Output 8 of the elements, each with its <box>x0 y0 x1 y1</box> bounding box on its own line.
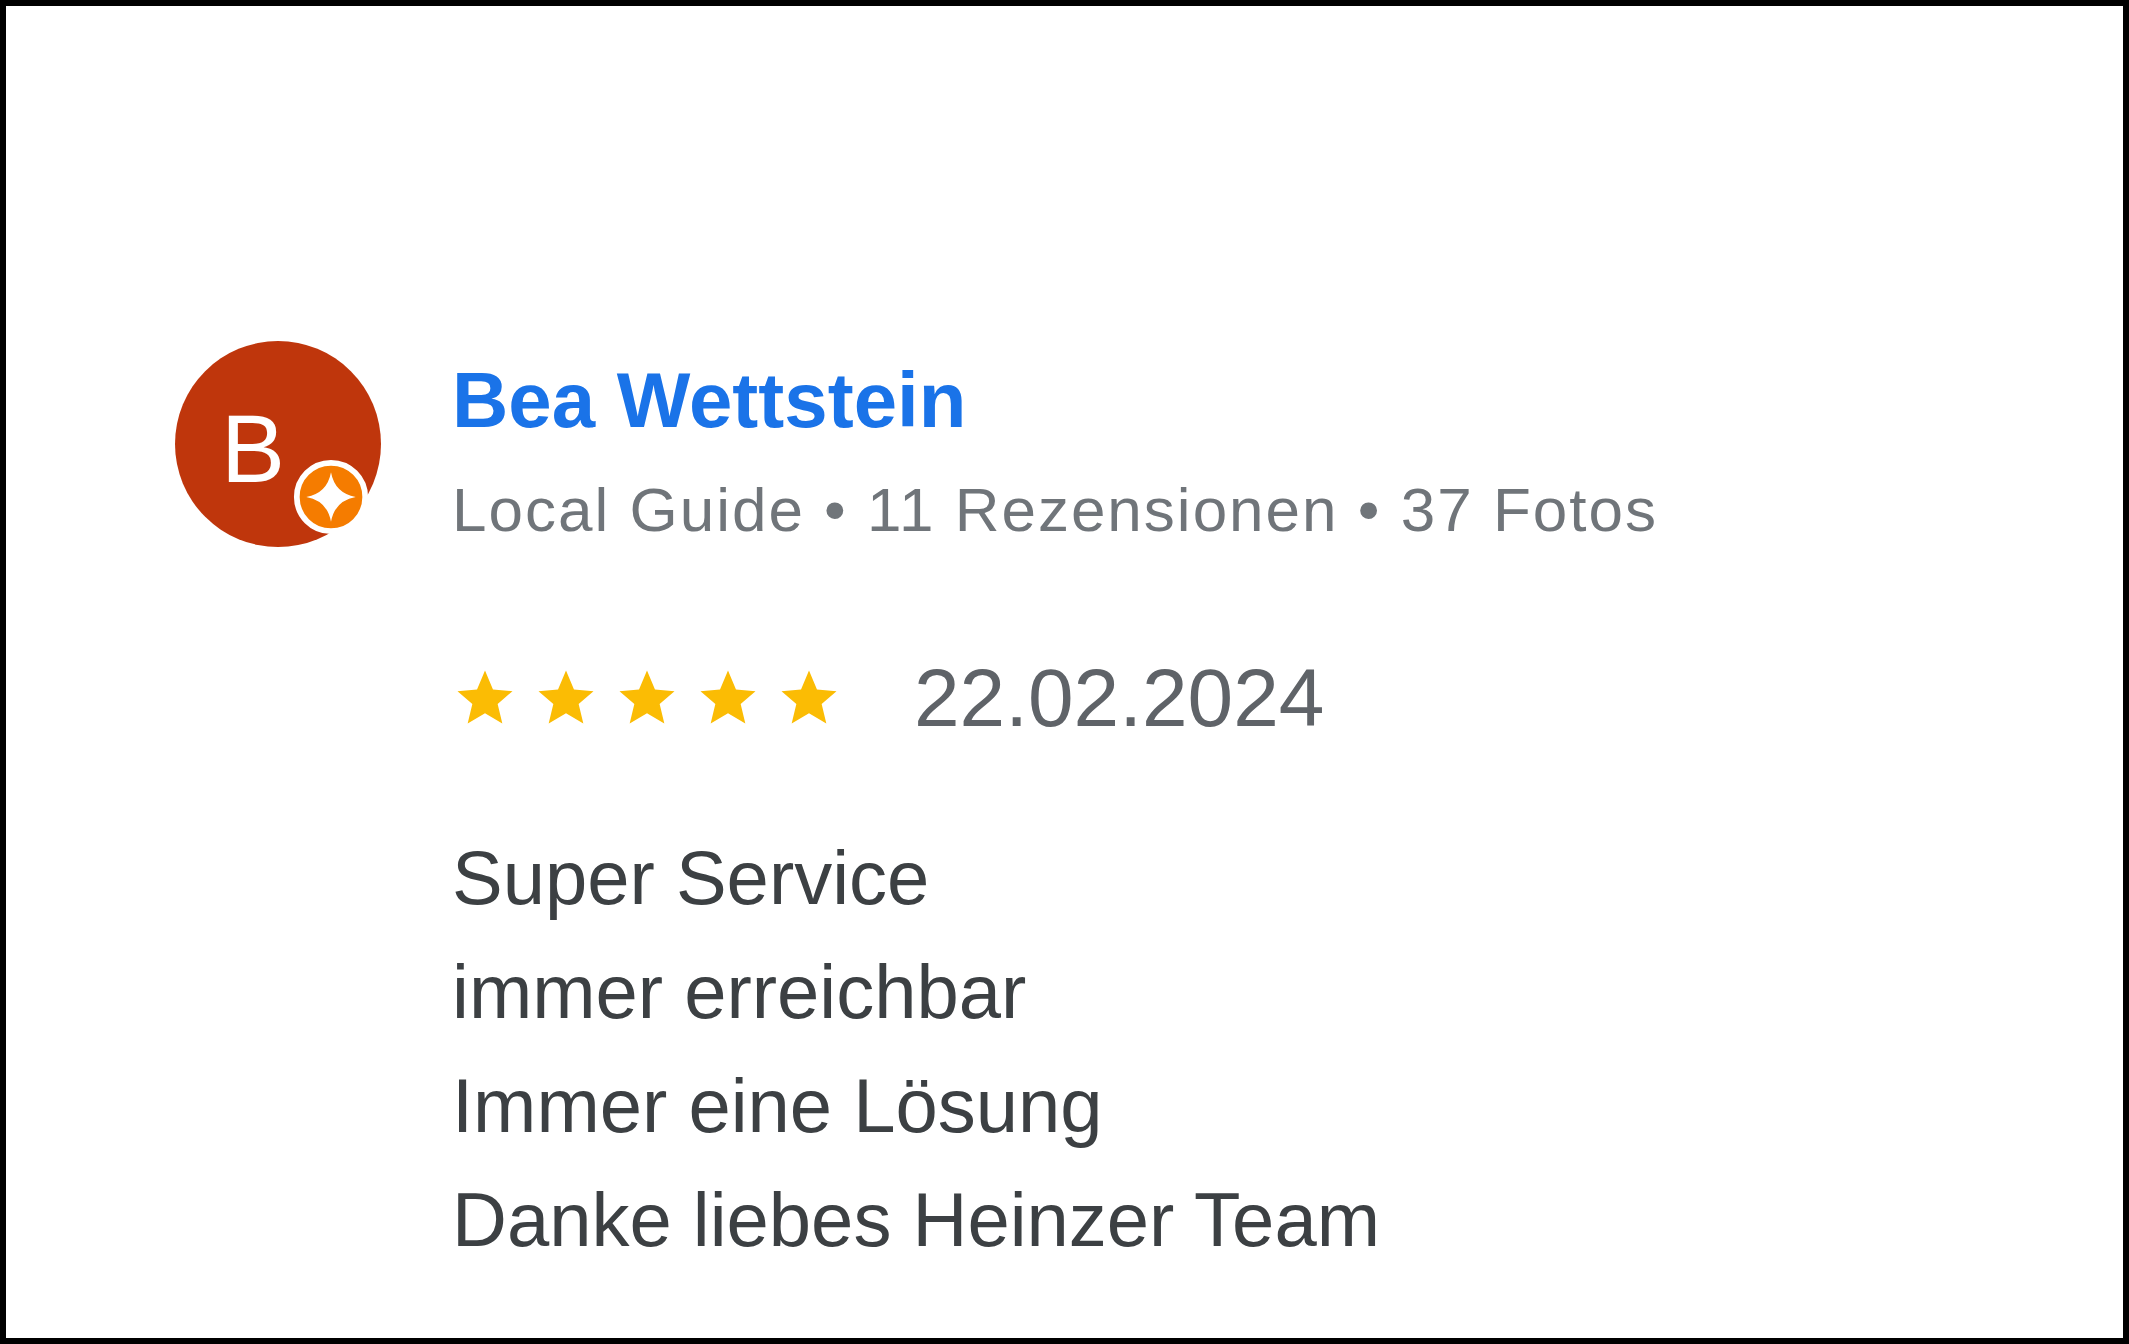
reviewer-name[interactable]: Bea Wettstein <box>452 361 1658 439</box>
reviewer-stats: Local Guide • 11 Rezensionen • 37 Fotos <box>452 479 1658 541</box>
avatar-letter: B <box>221 401 286 497</box>
review-date: 22.02.2024 <box>914 657 1325 739</box>
review-text-line: immer erreichbar <box>452 948 1028 1036</box>
review-text-line: Super Service <box>452 834 931 922</box>
review-text-line: Danke liebes Heinzer Team <box>452 1176 1381 1264</box>
review-text-line: Immer eine Lösung <box>452 1062 1104 1150</box>
